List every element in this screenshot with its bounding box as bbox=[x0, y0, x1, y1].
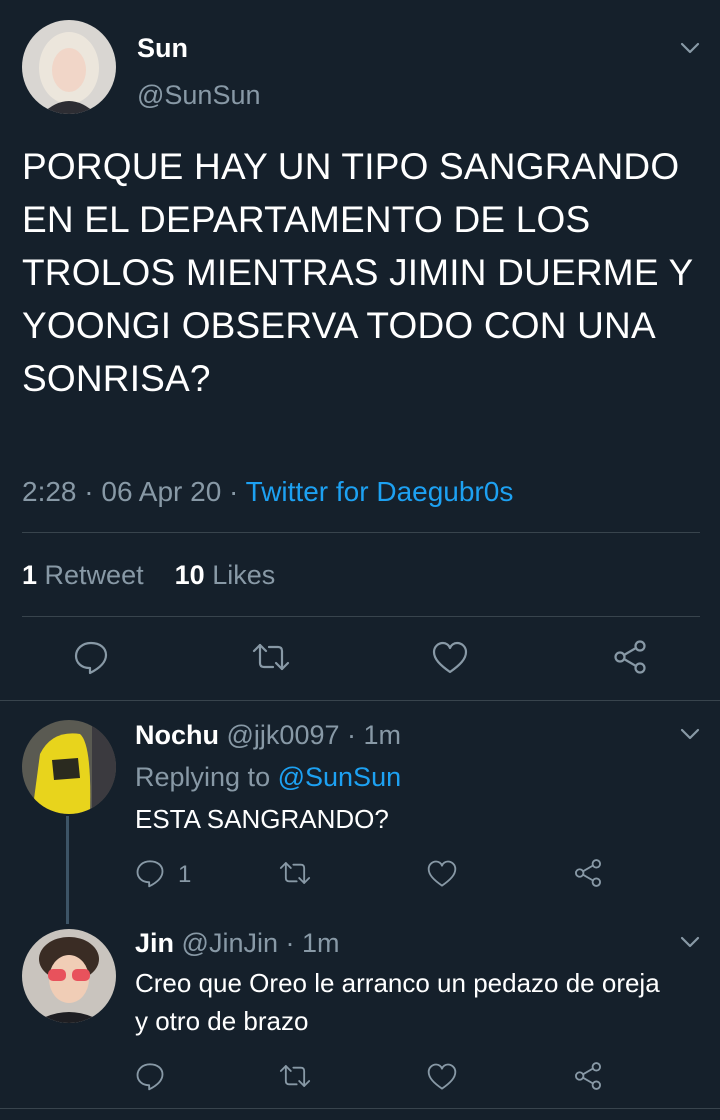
replying-to: Replying to @SunSun bbox=[135, 762, 401, 793]
retweet-count: 1 bbox=[22, 560, 38, 590]
like-icon[interactable] bbox=[427, 1062, 457, 1092]
share-icon[interactable] bbox=[573, 858, 603, 888]
chevron-down-icon[interactable] bbox=[678, 36, 702, 60]
retweet-icon[interactable] bbox=[278, 858, 312, 888]
display-name[interactable]: Sun bbox=[137, 33, 188, 64]
reply-header: Jin @JinJin · 1m bbox=[135, 928, 340, 959]
divider bbox=[0, 1108, 720, 1109]
replying-prefix: Replying to bbox=[135, 762, 271, 792]
reply-icon[interactable] bbox=[135, 1061, 165, 1091]
reply-icon[interactable] bbox=[73, 639, 109, 675]
tweet-date: 06 Apr 20 bbox=[101, 476, 222, 507]
reply-handle[interactable]: @jjk0097 bbox=[227, 720, 340, 750]
divider bbox=[22, 532, 700, 533]
engagement-counts: 1 Retweet 10 Likes bbox=[22, 560, 275, 591]
retweet-stat[interactable]: 1 Retweet bbox=[22, 560, 144, 590]
share-icon[interactable] bbox=[573, 1061, 603, 1091]
avatar-jin[interactable] bbox=[22, 929, 116, 1023]
retweet-label: Retweet bbox=[44, 560, 144, 590]
chevron-down-icon[interactable] bbox=[678, 722, 702, 746]
like-icon[interactable] bbox=[427, 859, 457, 889]
reply-header: Nochu @jjk0097 · 1m bbox=[135, 720, 401, 751]
thread-line bbox=[66, 816, 69, 924]
reply-text: ESTA SANGRANDO? bbox=[135, 804, 389, 834]
reply-display-name[interactable]: Nochu bbox=[135, 720, 219, 750]
like-stat[interactable]: 10 Likes bbox=[175, 560, 276, 590]
tweet-time: 2:28 bbox=[22, 476, 77, 507]
reply-display-name[interactable]: Jin bbox=[135, 928, 174, 958]
divider bbox=[0, 700, 720, 701]
separator-dot: · bbox=[229, 476, 239, 507]
reply-count: 1 bbox=[178, 861, 192, 888]
user-handle[interactable]: @SunSun bbox=[137, 80, 261, 111]
retweet-icon[interactable] bbox=[251, 639, 291, 675]
reply-time: · 1m bbox=[347, 720, 402, 750]
replying-to-link[interactable]: @SunSun bbox=[278, 762, 402, 792]
chevron-down-icon[interactable] bbox=[678, 930, 702, 954]
separator-dot: · bbox=[84, 476, 94, 507]
like-count: 10 bbox=[174, 560, 205, 590]
reply-icon[interactable] bbox=[135, 858, 165, 888]
avatar-sun[interactable] bbox=[22, 20, 116, 114]
reply-time: · 1m bbox=[285, 928, 340, 958]
tweet-meta: 2:28 · 06 Apr 20 · Twitter for Daegubr0s bbox=[22, 476, 513, 508]
reply-handle[interactable]: @JinJin bbox=[182, 928, 278, 958]
retweet-icon[interactable] bbox=[278, 1061, 312, 1091]
share-icon[interactable] bbox=[612, 639, 648, 675]
reply-text: Creo que Oreo le arranco un pedazo de or… bbox=[135, 968, 660, 1036]
tweet-text: PORQUE HAY UN TIPO SANGRANDO EN EL DEPAR… bbox=[22, 146, 693, 399]
like-icon[interactable] bbox=[432, 640, 468, 676]
avatar-nochu[interactable] bbox=[22, 720, 116, 814]
divider bbox=[22, 616, 700, 617]
like-label: Likes bbox=[212, 560, 276, 590]
tweet-source-link[interactable]: Twitter for Daegubr0s bbox=[246, 476, 514, 507]
